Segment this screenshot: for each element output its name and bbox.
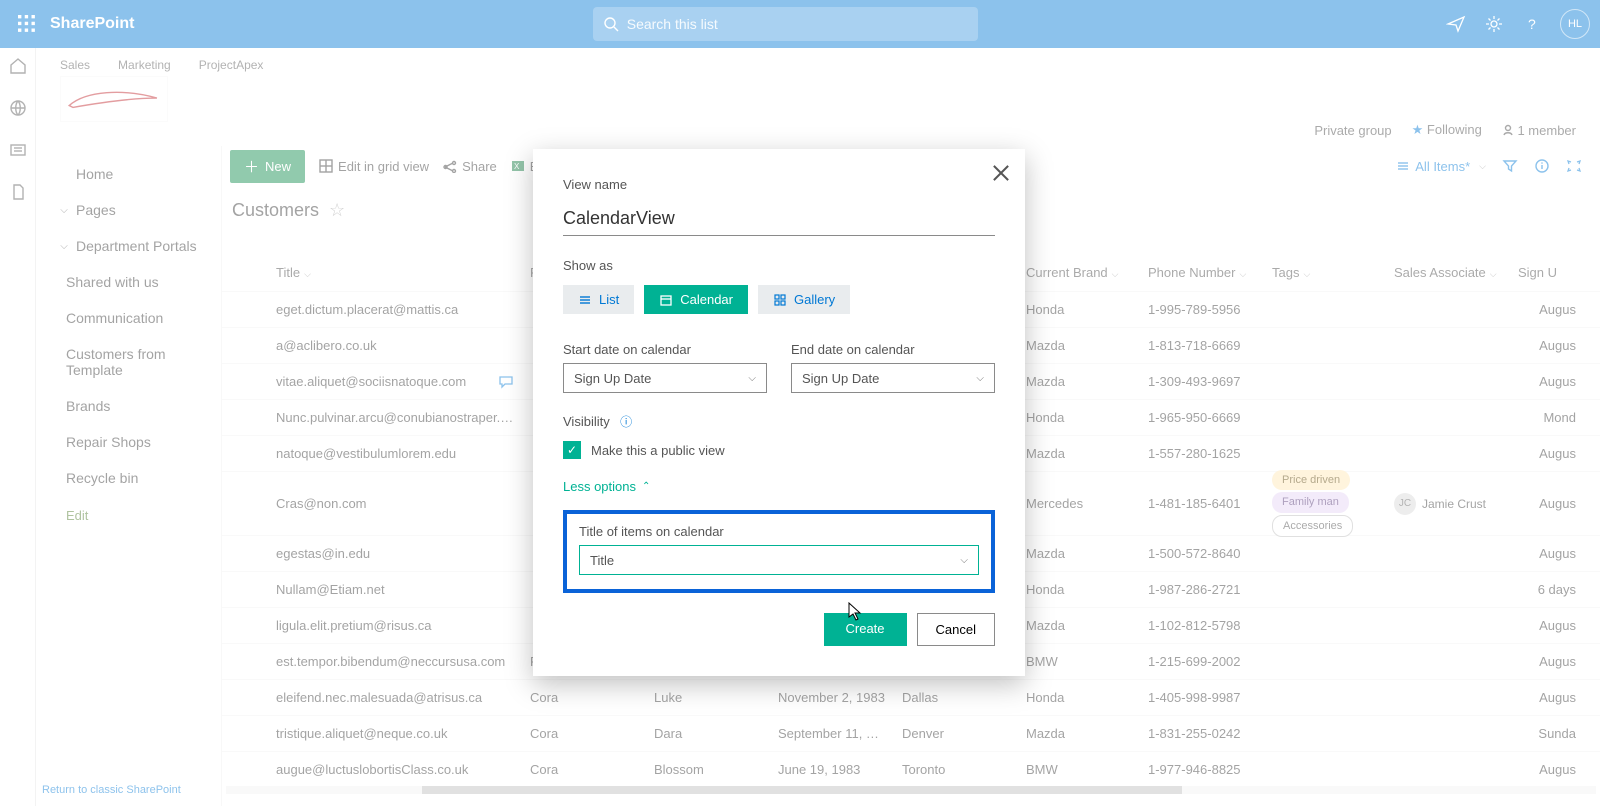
less-options-toggle[interactable]: Less options⌃: [563, 479, 995, 494]
public-view-checkbox[interactable]: ✓ Make this a public view: [563, 441, 995, 459]
show-as-label: Show as: [563, 258, 995, 273]
end-date-select[interactable]: Sign Up Date⌵: [791, 363, 995, 393]
cancel-button[interactable]: Cancel: [917, 613, 995, 646]
title-items-label: Title of items on calendar: [579, 524, 979, 539]
showas-list[interactable]: List: [563, 285, 634, 314]
end-date-label: End date on calendar: [791, 342, 995, 357]
title-items-select[interactable]: Title⌵: [579, 545, 979, 575]
checkmark-icon: ✓: [563, 441, 581, 459]
showas-gallery[interactable]: Gallery: [758, 285, 850, 314]
view-name-input[interactable]: [563, 202, 995, 236]
close-icon[interactable]: [991, 163, 1011, 183]
visibility-info-icon[interactable]: ⓘ: [620, 415, 632, 429]
create-view-dialog: View name Show as List Calendar Gallery …: [533, 149, 1025, 676]
start-date-label: Start date on calendar: [563, 342, 767, 357]
view-name-label: View name: [563, 177, 995, 192]
create-button[interactable]: Create: [824, 613, 907, 646]
visibility-label: Visibility: [563, 414, 610, 429]
start-date-select[interactable]: Sign Up Date⌵: [563, 363, 767, 393]
title-items-highlight: Title of items on calendar Title⌵: [563, 510, 995, 593]
showas-calendar[interactable]: Calendar: [644, 285, 748, 314]
